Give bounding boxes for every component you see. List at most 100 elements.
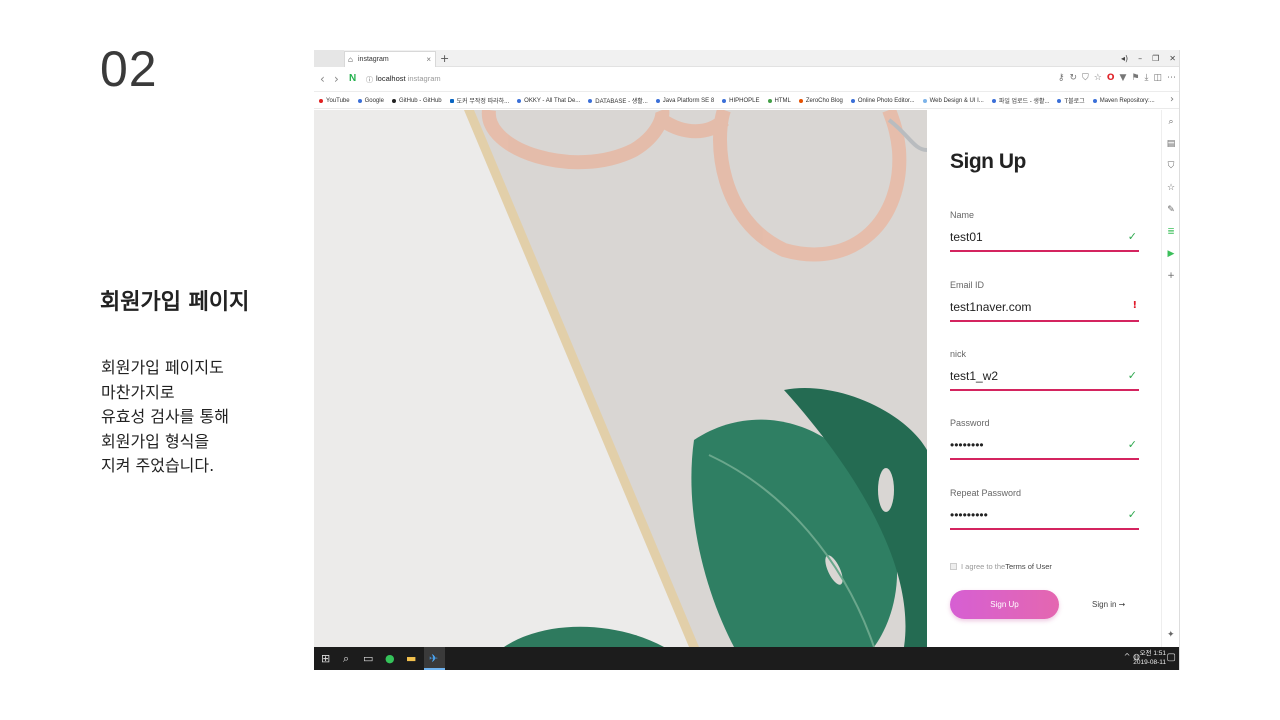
bookmark-item[interactable]: Online Photo Editor... [850,98,915,104]
shield-icon[interactable]: ⛉ [1082,73,1089,83]
task-view-icon[interactable]: ▭ [363,651,373,666]
tab-title: instagram [358,56,389,63]
bookmark-label: Web Design & UI I... [929,97,984,104]
bookmarks-more-icon[interactable]: › [1170,94,1174,105]
bookmark-item[interactable]: 도커 무작정 따라하... [449,96,509,105]
check-icon: ✓ [1127,369,1137,382]
tab-instagram[interactable]: ⌂ instagram × [344,51,436,67]
google-icon [357,98,362,103]
app-icon[interactable]: ● [385,651,395,666]
bookmark-item[interactable]: DATABASE - 생활... [588,96,648,105]
tab-bar: ⌂ instagram × + ◂) – ❐ ✕ [314,50,1179,67]
description-line: 마찬가지로 [101,382,175,402]
bookmark-label: HTML [774,97,791,104]
back-icon[interactable]: ‹ [320,72,325,86]
star-icon[interactable]: ☆ [1167,181,1175,196]
camera-icon[interactable]: ◫ [1153,73,1162,83]
clock[interactable]: 오전 1:51 2019-08-11 [1133,649,1166,667]
bookmark-label: GitHub [422,97,442,104]
bookmark-label: YouTube [326,97,350,104]
email-field[interactable]: Email ID test1naver.com ! [950,280,1139,324]
speaker-icon[interactable]: ◂) [1121,51,1128,66]
signin-link[interactable]: Sign in ➞ [1092,600,1125,609]
bookmark-item[interactable]: Maven Repository:... [1092,97,1155,104]
field-underline [950,389,1139,391]
bookmark-item[interactable]: Java Platform SE 8 [655,98,714,104]
close-window-icon[interactable]: ✕ [1169,51,1176,66]
field-underline [950,320,1139,322]
bookmark-item[interactable]: 파일 업로드 - 생활... [991,96,1049,105]
close-tab-icon[interactable]: × [426,52,431,67]
new-tab-button[interactable]: + [440,51,449,66]
bookmark-item[interactable]: ZeroCho Blog [798,97,843,104]
refresh-icon[interactable]: ↻ [1069,73,1077,83]
play-icon[interactable]: ▶ [1168,247,1175,262]
search-icon[interactable]: ⌕ [343,651,349,666]
terms-checkbox[interactable] [950,563,957,570]
signup-button[interactable]: Sign Up [950,590,1059,619]
bookmark-item[interactable]: Web Design & UI I... [922,97,984,104]
field-value[interactable]: test1_w2 [950,369,998,383]
field-value[interactable]: •••••••• [950,438,984,452]
hero-photo [314,110,927,647]
signup-title: Sign Up [950,150,1026,173]
bookmark-item[interactable]: Google [357,98,384,104]
bookmark-item[interactable]: HIPHOPLE [722,98,760,104]
filter-icon[interactable]: ▼ [1120,73,1127,83]
twitter-icon[interactable]: ✈ [429,651,438,666]
star-icon[interactable]: ☆ [1094,73,1102,83]
menu-icon[interactable]: ⋯ [1167,73,1176,83]
notification-icon[interactable]: ▢ [1167,652,1176,663]
bookmark-item[interactable]: GitHub - GitHub [391,97,442,104]
flag-icon[interactable]: ⚑ [1131,73,1139,83]
toolbar-icons: ⚷ ↻ ⛉ ☆ O ▼ ⚑ ⤓ ◫ ⋯ [1058,73,1176,83]
folder-icon[interactable]: ▬ [406,651,416,666]
bookmark-label: DATABASE - 생활... [595,99,648,105]
terms-agreement[interactable]: I agree to the Terms of User [950,562,1052,571]
notes-icon[interactable]: ✎ [1167,203,1175,218]
tab-corner [314,50,344,67]
windows-taskbar: ⊞ ⌕ ▭ ● ▬ ✈ ^ ◍ 오전 1:51 2019-08-11 ▢ [314,647,1179,670]
youtube-icon [319,98,323,103]
field-label: nick [950,349,967,359]
url-field[interactable]: localhost instagram [376,74,441,83]
check-icon: ✓ [1127,508,1137,521]
bookmark-item[interactable]: HTML [767,97,791,104]
bookmark-item[interactable]: YouTube [319,98,350,104]
search-icon[interactable]: ⌕ [1168,115,1173,130]
name-field[interactable]: Name test01 ✓ [950,210,1139,254]
field-value[interactable]: ••••••••• [950,508,988,522]
home-icon: ⌂ [348,55,353,64]
download-icon[interactable]: ⤓ [1145,73,1149,83]
password-field[interactable]: Password •••••••• ✓ [950,418,1139,462]
wallet-icon[interactable]: ▤ [1167,137,1176,152]
bookmark-item[interactable]: OKKY - All That De... [517,98,580,104]
shield-icon[interactable]: ⛉ [1168,159,1175,174]
pin-icon[interactable]: ✦ [1167,628,1175,643]
field-underline [950,458,1139,460]
check-icon: ✓ [1127,438,1137,451]
url-host: localhost [376,74,406,83]
list-icon[interactable]: ≣ [1167,225,1175,240]
minimize-icon[interactable]: – [1138,51,1142,66]
bookmark-label: ZeroCho Blog [805,97,843,104]
info-icon[interactable]: ⓘ [366,75,373,85]
naver-icon[interactable]: N [349,73,356,84]
field-value[interactable]: test01 [950,230,983,244]
add-icon[interactable]: + [1167,269,1175,284]
key-icon[interactable]: ⚷ [1058,73,1065,83]
opera-icon[interactable]: O [1107,73,1115,83]
windows-start-icon[interactable]: ⊞ [321,651,330,666]
bookmark-label: Maven Repository:... [1099,97,1155,104]
clock-time: 오전 1:51 [1139,650,1166,657]
repeat-password-field[interactable]: Repeat Password ••••••••• ✓ [950,488,1139,532]
field-value[interactable]: test1naver.com [950,300,1031,314]
restore-icon[interactable]: ❐ [1152,51,1159,66]
slide: 02 회원가입 페이지 회원가입 페이지도 마찬가지로 유효성 검사를 통해 회… [0,0,1280,720]
github-icon [391,98,396,103]
bookmark-item[interactable]: T블로그 [1057,96,1085,105]
nick-field[interactable]: nick test1_w2 ✓ [950,349,1139,393]
terms-link[interactable]: Terms of User [1005,562,1052,571]
forward-icon[interactable]: › [334,72,339,86]
bookmarks-bar: YouTube Google GitHub - GitHub 도커 무작정 따라… [314,93,1179,109]
